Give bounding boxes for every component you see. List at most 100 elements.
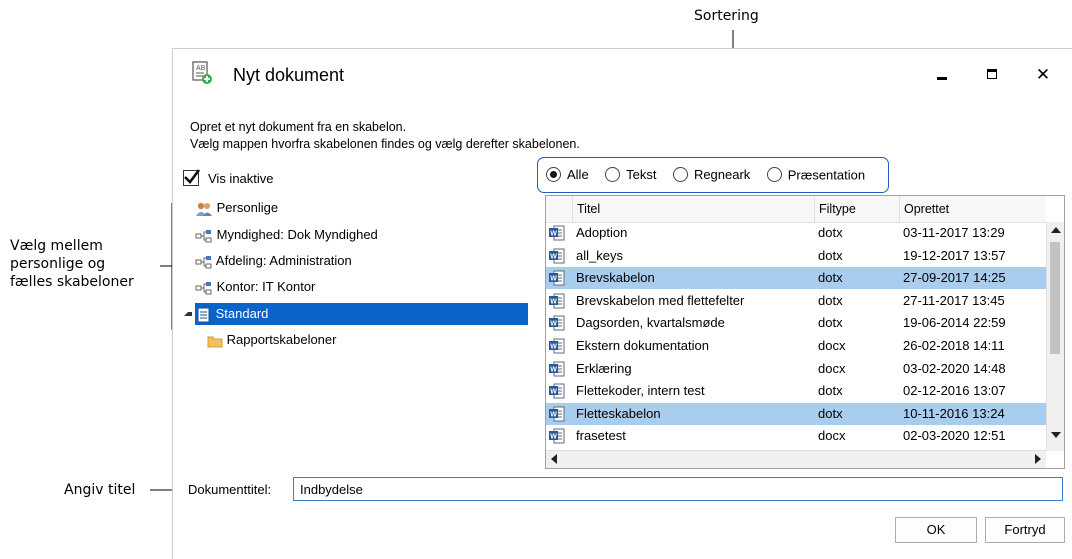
description-line: Opret et nyt dokument fra en skabelon.	[190, 120, 407, 134]
table-row[interactable]: W Fletteskabelon dotx 10-11-2016 13:24	[546, 402, 1046, 425]
table-row[interactable]: W Flettekoder, intern test dotx 02-12-2016 …	[546, 380, 1046, 402]
annotation-choose: Vælg mellem personlige og fælles skabelo…	[10, 237, 134, 291]
horizontal-scrollbar[interactable]	[546, 450, 1046, 468]
word-document-icon: W	[549, 406, 565, 422]
radio-dot-icon	[766, 167, 782, 183]
radio-dot-icon	[546, 167, 561, 183]
table-row[interactable]: W Erklæring docx 03-02-2020 14:48	[546, 358, 1046, 380]
cell-created: 02-12-2016 13:07	[903, 383, 1006, 399]
word-document-icon: W	[549, 225, 565, 241]
cell-created: 27-09-2017 14:25	[903, 270, 1006, 286]
cell-title: frasetest	[576, 428, 626, 444]
table-row[interactable]: W Brevskabelon dotx 27-09-2017 14:25	[546, 267, 1046, 290]
word-document-icon: W	[549, 270, 565, 286]
cell-created: 26-02-2018 14:11	[903, 338, 1005, 353]
column-header-title[interactable]: Titel	[572, 196, 817, 222]
cell-filetype: dotx	[818, 292, 843, 308]
radio-dot-icon	[605, 167, 621, 183]
tree-item-label: Rapportskabeloner	[226, 332, 337, 347]
cell-title: Fletteskabelon	[576, 405, 661, 421]
tree-item-afdeling[interactable]: Afdeling: Administration	[195, 250, 352, 272]
tree-item-myndighed[interactable]: Myndighed: Dok Myndighed	[195, 224, 378, 246]
svg-text:W: W	[550, 253, 557, 260]
cell-filetype: dotx	[818, 383, 843, 399]
table-row[interactable]: W Adoption dotx 03-11-2017 13:29	[546, 222, 1046, 244]
radio-tekst[interactable]: Tekst	[605, 166, 668, 183]
cell-title: Ekstern dokumentation	[576, 338, 709, 353]
tree-item-standard[interactable]: Standard	[195, 303, 528, 325]
network-icon	[195, 281, 212, 295]
cell-title: Brevskabelon med flettefelter	[576, 292, 745, 308]
cancel-button[interactable]: Fortryd	[985, 517, 1065, 543]
vertical-scrollbar[interactable]	[1046, 222, 1064, 451]
cell-title: Brevskabelon	[576, 270, 655, 286]
cell-title: all_keys	[576, 247, 623, 263]
word-document-icon: W	[549, 338, 565, 354]
svg-text:W: W	[550, 275, 557, 282]
ok-button[interactable]: OK	[895, 517, 977, 543]
table-row[interactable]: W Brevskabelon med flettefelter dotx 27-11-…	[546, 290, 1046, 312]
annotation-choose-line: personlige og	[10, 256, 106, 272]
radio-dot-icon	[672, 167, 688, 183]
tree-item-label: Standard	[215, 306, 269, 321]
table-row[interactable]: W Dagsorden, kvartalsmøde dotx 19-06-2014 2…	[546, 312, 1046, 334]
cell-created: 27-11-2017 13:45	[903, 292, 1005, 308]
radio-alle[interactable]: Alle	[546, 166, 601, 183]
description-line: Vælg mappen hvorfra skabelonen findes og…	[190, 137, 580, 151]
window-title: Nyt dokument	[233, 65, 345, 85]
scroll-left-icon[interactable]	[551, 454, 557, 464]
close-button[interactable]: ✕	[1029, 63, 1057, 87]
tree-item-kontor[interactable]: Kontor: IT Kontor	[195, 276, 315, 298]
document-icon	[197, 307, 210, 323]
network-icon	[195, 255, 212, 269]
table-row[interactable]: Wall_keys dotx 19-12-2017 13:57	[546, 245, 1046, 267]
radio-label: Tekst	[626, 167, 657, 183]
cell-filetype: docx	[818, 428, 846, 444]
cell-created: 19-06-2014 22:59	[903, 315, 1006, 331]
svg-text:W: W	[550, 230, 557, 237]
cell-filetype: dotx	[818, 225, 843, 240]
tree-item-label: Personlige	[216, 200, 279, 215]
expand-arrow-icon[interactable]	[184, 312, 192, 316]
maximize-icon	[987, 69, 997, 79]
word-document-icon: W	[549, 315, 565, 331]
cell-filetype: dotx	[818, 247, 843, 263]
tree-item-personlige[interactable]: Personlige	[195, 197, 278, 219]
close-icon: ✕	[1035, 65, 1051, 84]
svg-text:W: W	[550, 411, 557, 418]
radio-regneark[interactable]: Regneark	[672, 166, 762, 183]
svg-text:W: W	[550, 388, 557, 395]
checkmark-icon	[184, 169, 201, 184]
network-icon	[195, 229, 212, 243]
cell-created: 03-02-2020 14:48	[903, 360, 1006, 376]
word-document-icon: W	[549, 361, 565, 377]
scroll-up-icon[interactable]	[1051, 227, 1061, 233]
folder-icon	[207, 336, 223, 348]
template-grid[interactable]: Titel Filtype Oprettet W Adoption dotx 03-1…	[545, 195, 1065, 469]
svg-text:W: W	[550, 321, 557, 328]
scroll-thumb[interactable]	[1050, 242, 1060, 354]
scroll-down-icon[interactable]	[1051, 432, 1061, 438]
radio-praesentation[interactable]: Præsentation	[766, 166, 866, 183]
cell-title: Adoption	[576, 225, 628, 240]
column-header-created[interactable]: Oprettet	[899, 196, 1044, 222]
table-row[interactable]: W Ekstern dokumentation docx 26-02-2018 14:…	[546, 335, 1046, 357]
doc-title-input[interactable]: Indbydelse	[293, 477, 1063, 501]
filter-radio-group: Alle Tekst Regneark Præsentation	[537, 157, 889, 193]
tree-item-label: Myndighed: Dok Myndighed	[216, 227, 378, 242]
column-header-filetype[interactable]: Filtype	[814, 196, 899, 222]
annotation-choose-line: fælles skabeloner	[10, 274, 134, 290]
doc-title-label: Dokumenttitel:	[188, 482, 272, 497]
cell-title: Dagsorden, kvartalsmøde	[576, 315, 725, 331]
tree-item-rapportskabeloner[interactable]: Rapportskabeloner	[207, 329, 336, 351]
users-icon	[196, 202, 212, 216]
minimize-button[interactable]	[929, 63, 957, 87]
maximize-button[interactable]	[979, 63, 1007, 87]
cell-filetype: dotx	[818, 315, 843, 331]
scroll-right-icon[interactable]	[1035, 454, 1041, 464]
radio-label: Præsentation	[787, 167, 866, 183]
svg-text:W: W	[550, 298, 557, 305]
cell-title: Flettekoder, intern test	[576, 383, 705, 399]
radio-label: Regneark	[693, 167, 751, 183]
table-row[interactable]: Wfrasetest docx 02-03-2020 12:51	[546, 425, 1046, 447]
